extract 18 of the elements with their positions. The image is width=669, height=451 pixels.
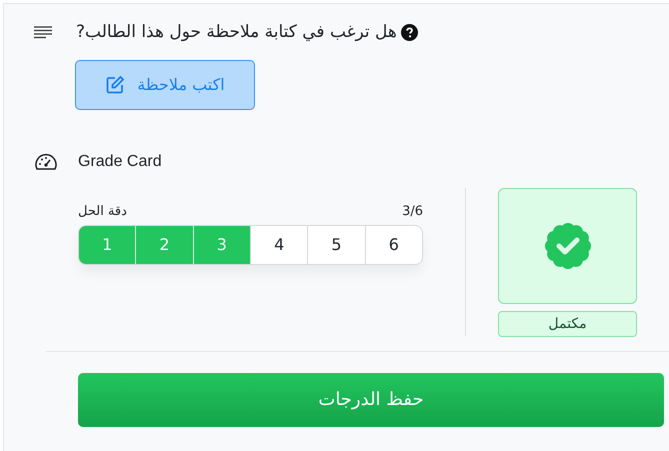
text-lines-icon — [34, 26, 52, 40]
edit-icon — [105, 74, 126, 94]
save-grades-button[interactable]: حفظ الدرجات — [78, 372, 664, 426]
grade-option[interactable]: 5 — [307, 226, 365, 264]
question-text: هل ترغب في كتابة ملاحظة حول هذا الطالب? — [76, 21, 397, 44]
score-text: 3/6 — [402, 202, 423, 220]
write-note-button[interactable]: اكتب ملاحظة — [75, 60, 255, 110]
verified-check-icon — [542, 220, 592, 270]
grade-option[interactable]: 6 — [364, 226, 422, 264]
criterion-label: دقة الحل — [78, 202, 127, 220]
grade-option[interactable]: 3 — [192, 226, 250, 264]
status-label: مكتمل — [498, 310, 637, 336]
grade-option[interactable]: 4 — [250, 226, 308, 264]
grade-card-title: Grade Card — [78, 152, 162, 172]
grade-option[interactable]: 2 — [135, 226, 193, 264]
help-icon[interactable] — [400, 24, 418, 42]
grade-option[interactable]: 1 — [79, 226, 136, 264]
gauge-icon — [34, 152, 58, 170]
